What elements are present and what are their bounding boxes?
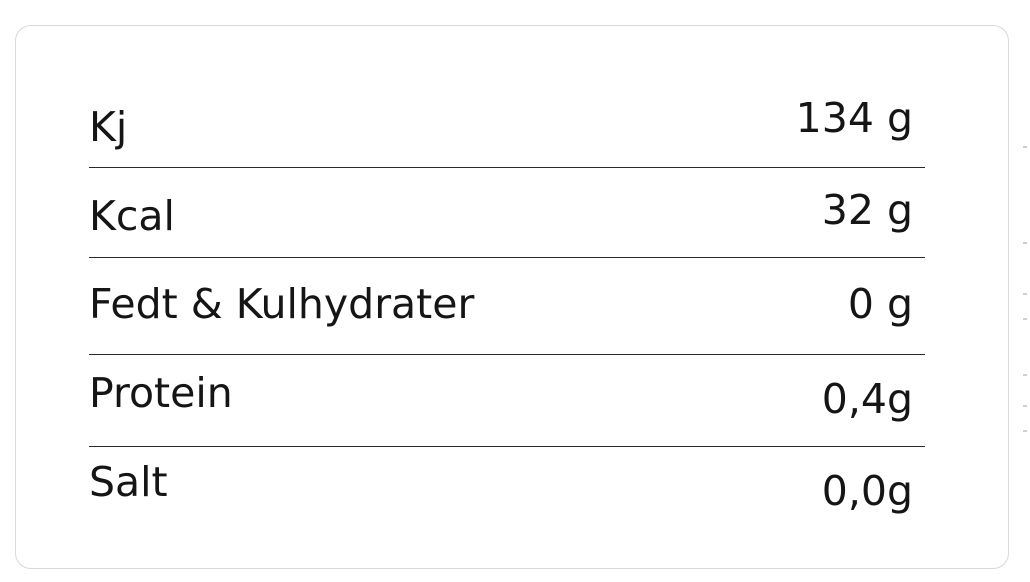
row-divider (89, 167, 925, 168)
row-divider (89, 257, 925, 258)
nutrition-label: Kj (89, 103, 128, 151)
nutrition-value: 32 g (821, 186, 913, 234)
edge-mark (1023, 242, 1027, 244)
nutrition-row-fat-carbs: Fedt & Kulhydrater 0 g (89, 280, 925, 328)
nutrition-label: Fedt & Kulhydrater (89, 280, 475, 328)
edge-mark (1023, 146, 1027, 148)
edge-mark (1023, 405, 1027, 407)
nutrition-row-protein: Protein 0,4g (89, 369, 925, 423)
nutrition-row-kcal: Kcal 32 g (89, 186, 925, 240)
nutrition-row-kj: Kj 134 g (89, 94, 925, 151)
nutrition-label: Kcal (89, 192, 175, 240)
nutrition-value: 0 g (847, 280, 913, 328)
nutrition-value: 134 g (795, 94, 913, 142)
nutrition-label: Salt (89, 458, 168, 506)
edge-mark (1023, 430, 1027, 432)
edge-mark (1023, 293, 1027, 295)
nutrition-value: 0,0g (821, 467, 913, 515)
nutrition-row-salt: Salt 0,0g (89, 458, 925, 515)
edge-mark (1023, 318, 1027, 320)
row-divider (89, 354, 925, 355)
nutrition-card: Kj 134 g Kcal 32 g Fedt & Kulhydrater 0 … (15, 25, 1009, 569)
nutrition-label: Protein (89, 369, 233, 417)
nutrition-value: 0,4g (821, 375, 913, 423)
row-divider (89, 446, 925, 447)
edge-mark (1023, 374, 1027, 376)
